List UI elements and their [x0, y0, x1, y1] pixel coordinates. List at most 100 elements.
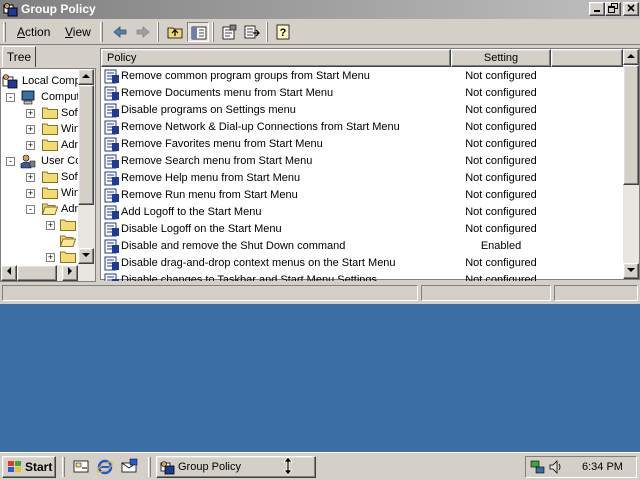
internet-explorer-icon [96, 459, 114, 475]
tree-node-label: User Co [41, 155, 82, 167]
restore-button[interactable] [605, 2, 621, 16]
column-header-policy[interactable]: Policy [101, 49, 451, 67]
back-button[interactable] [109, 22, 131, 42]
taskbar-grip[interactable] [148, 457, 151, 477]
up-one-level-button[interactable] [164, 22, 186, 42]
properties-button[interactable] [218, 22, 240, 42]
export-list-button[interactable] [241, 22, 263, 42]
title-bar[interactable]: Group Policy [0, 0, 640, 19]
policy-row[interactable]: Disable drag-and-drop context menus on t… [101, 255, 623, 272]
local-computer-policy-icon [2, 74, 18, 89]
policy-setting: Not configured [465, 155, 537, 167]
expand-toggle[interactable]: + [26, 125, 35, 134]
column-header-setting[interactable]: Setting [451, 49, 551, 67]
status-panel-2 [421, 285, 551, 301]
volume-tray-button[interactable] [548, 459, 564, 475]
policy-row[interactable]: Remove Help menu from Start Menu Not conf… [101, 170, 623, 187]
windows-logo-icon [8, 461, 21, 472]
policy-name: Disable changes to Taskbar and Start Men… [121, 274, 378, 281]
list-scroll-up-button[interactable] [623, 49, 639, 65]
properties-icon [222, 24, 237, 40]
tree-scroll-down-button[interactable] [78, 248, 94, 264]
quicklaunch-grip[interactable] [62, 457, 65, 477]
internet-explorer-button[interactable] [96, 458, 114, 476]
tab-tree[interactable]: Tree [2, 46, 36, 67]
column-header-setting-label: Setting [483, 52, 519, 64]
minimize-button[interactable] [589, 2, 605, 16]
clock[interactable]: 6:34 PM [582, 461, 623, 473]
toolbar-separator-3 [266, 22, 268, 42]
policy-row[interactable]: Remove common program groups from Start … [101, 68, 623, 85]
tree-horizontal-scrollbar[interactable] [1, 265, 95, 281]
menu-toolbar: Action View ? [0, 19, 640, 45]
policy-row[interactable]: Add Logoff to the Start Menu Not configur… [101, 204, 623, 221]
show-hide-tree-button[interactable] [187, 22, 209, 42]
policy-setting: Enabled [480, 240, 522, 252]
policy-setting-icon [104, 137, 119, 152]
tree-scroll-thumb[interactable] [78, 85, 94, 205]
policy-setting-icon [104, 188, 119, 203]
policy-name: Remove Run menu from Start Menu [121, 189, 298, 201]
policy-row[interactable]: Disable programs on Settings menu Not con… [101, 102, 623, 119]
policy-setting: Not configured [465, 172, 537, 184]
group-policy-window: Group Policy Action View ? Tree Local Co… [0, 0, 640, 304]
tree-scroll-up-button[interactable] [78, 69, 94, 85]
tree-hscroll-thumb[interactable] [17, 265, 57, 281]
tree-scroll-left-button[interactable] [1, 265, 17, 281]
collapse-toggle[interactable]: - [26, 205, 35, 214]
menu-view[interactable]: View [62, 24, 94, 40]
tree-view[interactable]: Local Compu - Comput + Soft + Win + Adm … [0, 68, 96, 282]
policy-setting-icon [104, 171, 119, 186]
policy-row[interactable]: Disable changes to Taskbar and Start Men… [101, 272, 623, 281]
expand-toggle[interactable]: + [26, 141, 35, 150]
policy-row[interactable]: Remove Documents menu from Start Menu Not… [101, 85, 623, 102]
menu-action[interactable]: Action [14, 24, 53, 40]
policy-row[interactable]: Remove Search menu from Start Menu Not co… [101, 153, 623, 170]
start-button[interactable]: Start [2, 456, 56, 478]
policy-setting-icon [104, 273, 119, 281]
taskbar-item-label: Group Policy [178, 461, 241, 473]
policy-row[interactable]: Remove Run menu from Start Menu Not confi… [101, 187, 623, 204]
forward-button[interactable] [132, 22, 154, 42]
expand-toggle[interactable]: + [26, 189, 35, 198]
policy-setting: Not configured [465, 70, 537, 82]
network-tray-button[interactable] [530, 459, 546, 475]
speaker-icon [549, 460, 561, 474]
policy-setting-icon [104, 205, 119, 220]
expand-toggle[interactable]: + [46, 221, 55, 230]
menubar-grip[interactable] [3, 22, 6, 42]
list-header: Policy Setting [101, 49, 623, 67]
list-scroll-thumb[interactable] [623, 65, 639, 185]
collapse-toggle[interactable]: - [6, 157, 15, 166]
policy-setting: Not configured [465, 87, 537, 99]
tree-vertical-scrollbar[interactable] [78, 69, 95, 265]
policy-row[interactable]: Disable and remove the Shut Down command… [101, 238, 623, 255]
minimize-icon [594, 10, 600, 12]
show-hide-tree-icon [191, 26, 207, 40]
show-desktop-button[interactable] [72, 458, 90, 476]
policy-setting-icon [104, 120, 119, 135]
tree-node-label: Comput [41, 91, 80, 103]
policy-row[interactable]: Remove Favorites menu from Start Menu Not… [101, 136, 623, 153]
toolbar-grip[interactable] [100, 22, 103, 42]
tree-scroll-right-button[interactable] [62, 265, 78, 281]
expand-toggle[interactable]: + [26, 109, 35, 118]
close-button[interactable] [623, 2, 639, 16]
help-button[interactable]: ? [272, 22, 294, 42]
list-scroll-down-button[interactable] [623, 263, 639, 279]
policy-row[interactable]: Remove Network & Dial-up Connections fro… [101, 119, 623, 136]
desktop[interactable] [0, 304, 640, 452]
outlook-express-button[interactable] [120, 458, 138, 476]
folder-icon [42, 107, 58, 119]
list-vertical-scrollbar[interactable] [623, 49, 639, 279]
policy-list-view[interactable]: Policy Setting Remove common program gro… [100, 48, 640, 281]
collapse-toggle[interactable]: - [6, 93, 15, 102]
policy-name: Remove common program groups from Start … [121, 70, 370, 82]
expand-toggle[interactable]: + [26, 173, 35, 182]
computer-configuration-icon [21, 90, 35, 105]
tree-pane: Tree Local Compu - Comput + Soft + Win +… [0, 46, 96, 282]
expand-toggle[interactable]: + [46, 253, 55, 262]
policy-row[interactable]: Disable Logoff on the Start Menu Not conf… [101, 221, 623, 238]
up-arrow-icon [627, 54, 635, 58]
folder-icon [42, 123, 58, 135]
